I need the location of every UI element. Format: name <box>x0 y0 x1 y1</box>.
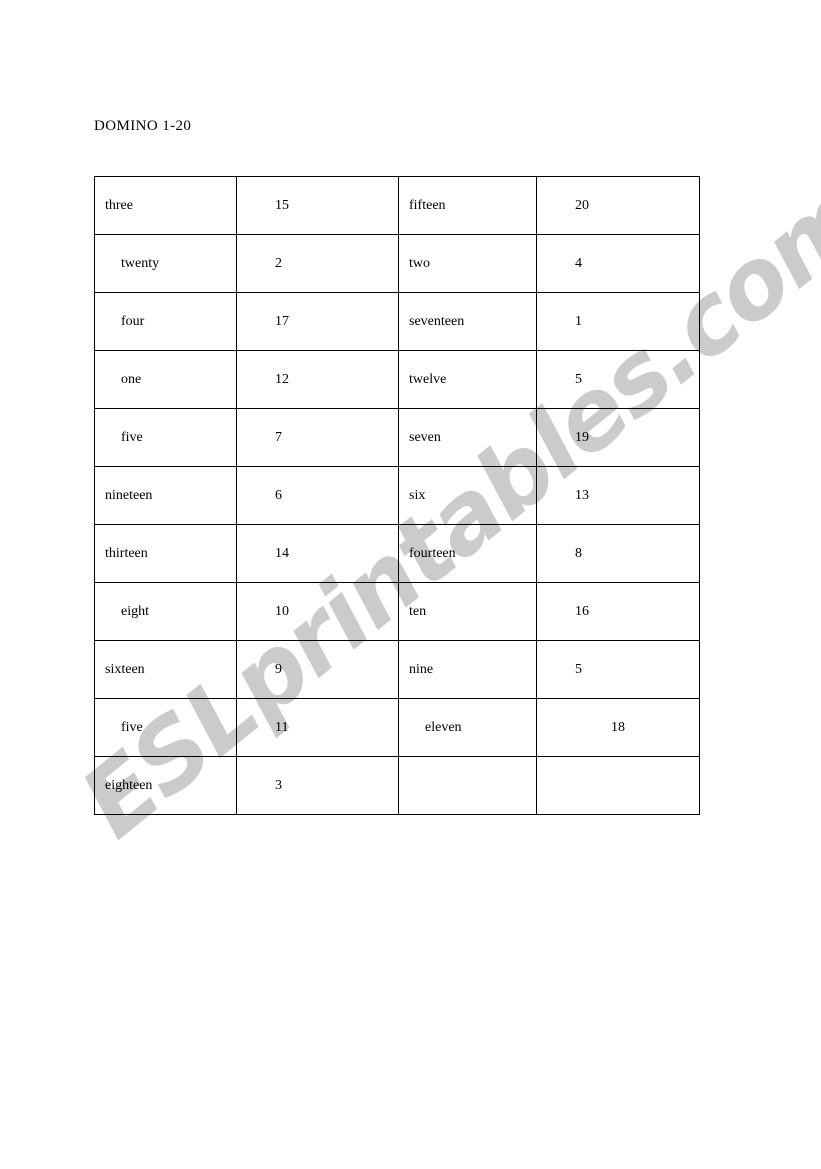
cell-word: eleven <box>398 698 537 757</box>
cell-number: 15 <box>236 176 399 235</box>
table-row: one 12 twelve 5 <box>94 350 700 409</box>
table-row: five 7 seven 19 <box>94 408 700 467</box>
cell-number: 13 <box>536 466 700 525</box>
cell-number: 4 <box>536 234 700 293</box>
cell-word: twenty <box>94 234 237 293</box>
table-row: five 11 eleven 18 <box>94 698 700 757</box>
cell-number: 5 <box>536 640 700 699</box>
cell-number: 14 <box>236 524 399 583</box>
cell-word: nineteen <box>94 466 237 525</box>
table-row: nineteen 6 six 13 <box>94 466 700 525</box>
page-title: DOMINO 1-20 <box>94 118 192 134</box>
cell-empty <box>398 756 537 815</box>
cell-word: two <box>398 234 537 293</box>
cell-number: 17 <box>236 292 399 351</box>
cell-number: 9 <box>236 640 399 699</box>
worksheet-page: ESLprintables.com DOMINO 1-20 three 15 f… <box>0 0 821 1169</box>
cell-number: 6 <box>236 466 399 525</box>
cell-number: 1 <box>536 292 700 351</box>
cell-word: five <box>94 698 237 757</box>
cell-word: thirteen <box>94 524 237 583</box>
table-row: thirteen 14 fourteen 8 <box>94 524 700 583</box>
cell-word: one <box>94 350 237 409</box>
domino-table: three 15 fifteen 20 twenty 2 two 4 four … <box>94 176 700 815</box>
cell-word: nine <box>398 640 537 699</box>
cell-number: 16 <box>536 582 700 641</box>
table-row: eight 10 ten 16 <box>94 582 700 641</box>
cell-number: 10 <box>236 582 399 641</box>
cell-number: 8 <box>536 524 700 583</box>
cell-word: fifteen <box>398 176 537 235</box>
cell-word: six <box>398 466 537 525</box>
cell-word: four <box>94 292 237 351</box>
cell-empty <box>536 756 700 815</box>
cell-number: 20 <box>536 176 700 235</box>
cell-word: three <box>94 176 237 235</box>
cell-word: twelve <box>398 350 537 409</box>
cell-word: ten <box>398 582 537 641</box>
table-row: four 17 seventeen 1 <box>94 292 700 351</box>
table-row: eighteen 3 <box>94 756 700 815</box>
cell-word: sixteen <box>94 640 237 699</box>
cell-word: seven <box>398 408 537 467</box>
cell-number: 11 <box>236 698 399 757</box>
cell-number: 7 <box>236 408 399 467</box>
cell-word: eight <box>94 582 237 641</box>
cell-number: 18 <box>536 698 700 757</box>
cell-number: 12 <box>236 350 399 409</box>
cell-word: seventeen <box>398 292 537 351</box>
cell-number: 2 <box>236 234 399 293</box>
cell-number: 5 <box>536 350 700 409</box>
cell-word: fourteen <box>398 524 537 583</box>
cell-number: 3 <box>236 756 399 815</box>
cell-word: five <box>94 408 237 467</box>
table-row: twenty 2 two 4 <box>94 234 700 293</box>
cell-number: 19 <box>536 408 700 467</box>
table-row: sixteen 9 nine 5 <box>94 640 700 699</box>
cell-word: eighteen <box>94 756 237 815</box>
table-row: three 15 fifteen 20 <box>94 176 700 235</box>
